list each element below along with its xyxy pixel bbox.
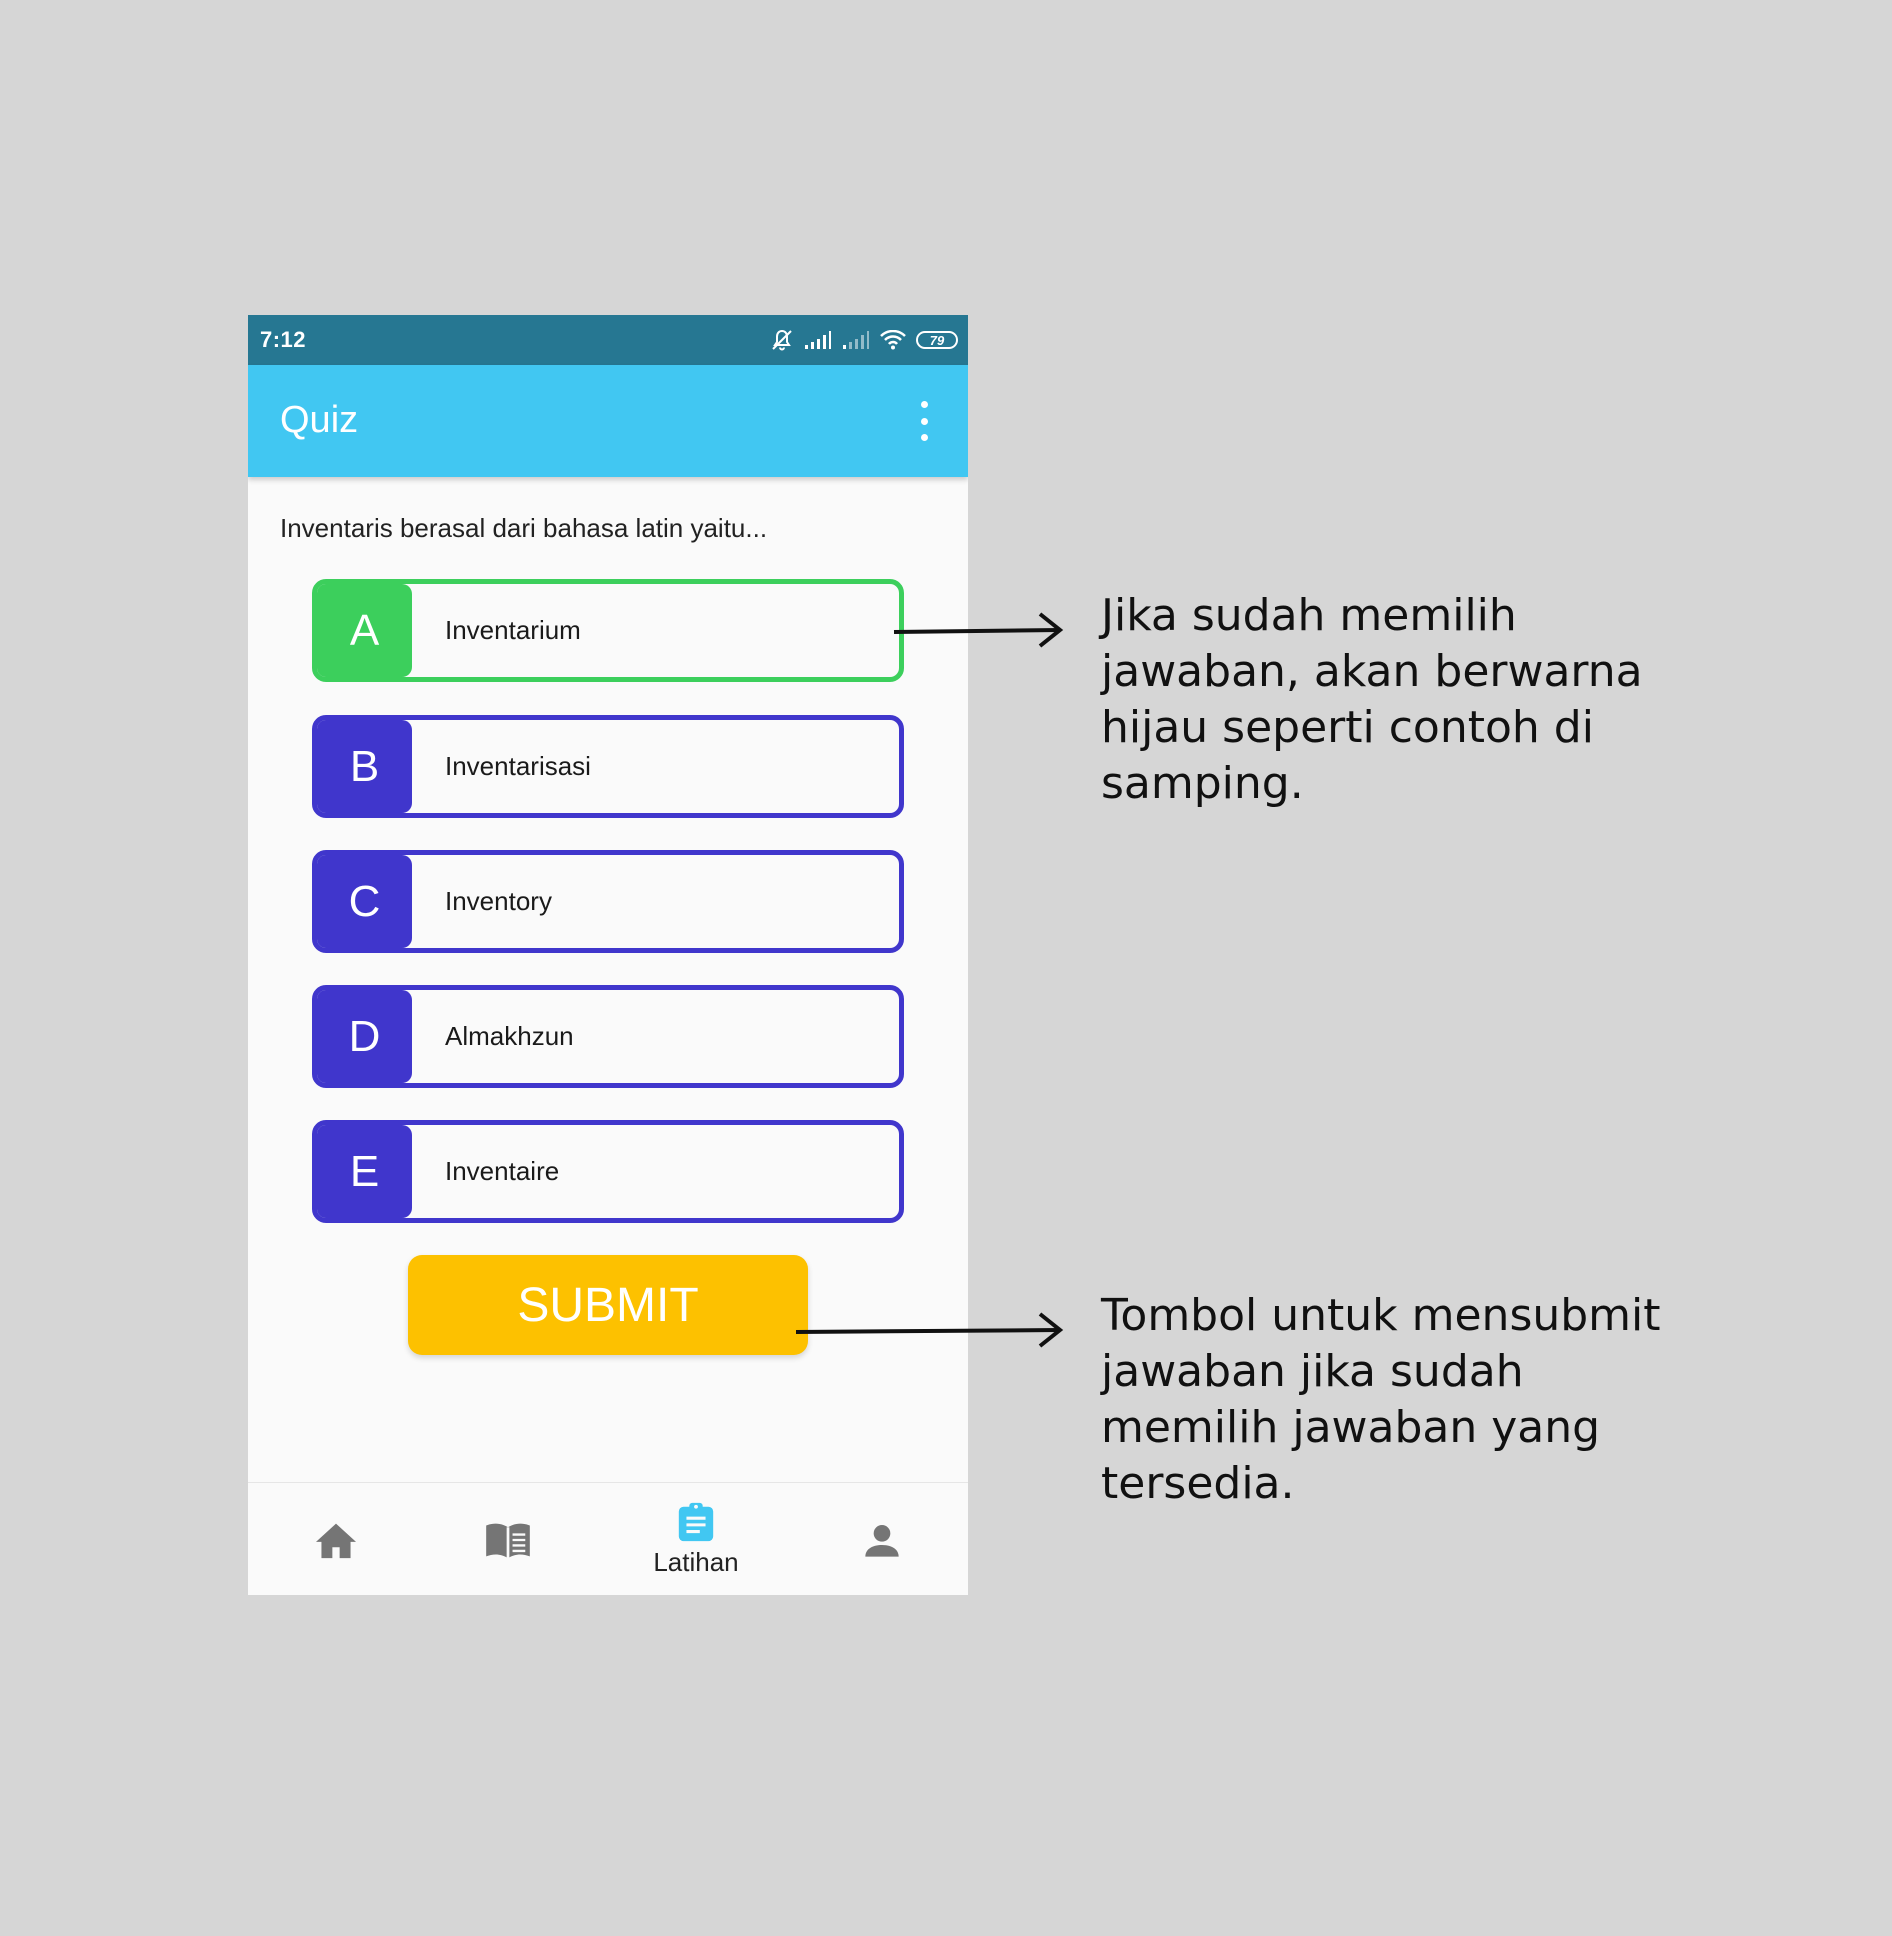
option-d[interactable]: D Almakhzun xyxy=(312,985,904,1088)
option-letter: C xyxy=(317,855,412,948)
phone-screen: 7:12 79 Quiz Inventaris berasal dari bah… xyxy=(248,315,968,1595)
option-letter: A xyxy=(317,584,412,677)
option-text: Inventarium xyxy=(445,615,581,645)
option-letter: E xyxy=(317,1125,412,1218)
option-a[interactable]: A Inventarium xyxy=(312,579,904,682)
more-vert-icon[interactable] xyxy=(916,401,932,441)
bell-off-icon xyxy=(772,329,792,351)
option-b[interactable]: B Inventarisasi xyxy=(312,715,904,818)
signal-icon xyxy=(805,331,831,349)
home-icon xyxy=(316,1523,356,1558)
option-text: Almakhzun xyxy=(445,1021,574,1051)
signal-weak-icon xyxy=(843,331,869,349)
status-bar: 7:12 79 xyxy=(248,315,968,365)
battery-level: 79 xyxy=(929,332,945,348)
annotation-selected: Jika sudah memilih jawaban, akan berwarn… xyxy=(1101,590,1643,809)
option-text: Inventarisasi xyxy=(445,751,591,781)
submit-button[interactable]: SUBMIT xyxy=(408,1255,808,1355)
app-title: Quiz xyxy=(280,399,359,441)
option-text: Inventory xyxy=(445,886,552,916)
status-time: 7:12 xyxy=(260,327,307,352)
option-c[interactable]: C Inventory xyxy=(312,850,904,953)
option-letter: B xyxy=(317,720,412,813)
nav-label-latihan: Latihan xyxy=(653,1547,739,1577)
nav-item-profile[interactable] xyxy=(844,1483,920,1595)
app-bar: Quiz xyxy=(248,365,968,477)
arrow-to-submit-button xyxy=(795,1312,1064,1348)
person-icon xyxy=(865,1524,899,1557)
wifi-icon xyxy=(880,330,906,350)
bottom-nav: Latihan xyxy=(248,1482,968,1595)
option-text: Inventaire xyxy=(445,1156,560,1186)
status-icons: 79 xyxy=(770,325,958,355)
nav-item-latihan[interactable]: Latihan xyxy=(638,1483,754,1595)
nav-item-materi[interactable] xyxy=(470,1483,546,1595)
arrow-to-selected-option xyxy=(893,612,1064,648)
battery-icon: 79 xyxy=(916,331,958,349)
annotation-submit: Tombol untuk mensubmit jawaban jika suda… xyxy=(1101,1290,1661,1509)
assignment-icon xyxy=(678,1502,714,1542)
question-text: Inventaris berasal dari bahasa latin yai… xyxy=(280,513,768,543)
nav-item-home[interactable] xyxy=(298,1483,374,1595)
option-e[interactable]: E Inventaire xyxy=(312,1120,904,1223)
book-icon xyxy=(486,1523,530,1558)
option-letter: D xyxy=(317,990,412,1083)
